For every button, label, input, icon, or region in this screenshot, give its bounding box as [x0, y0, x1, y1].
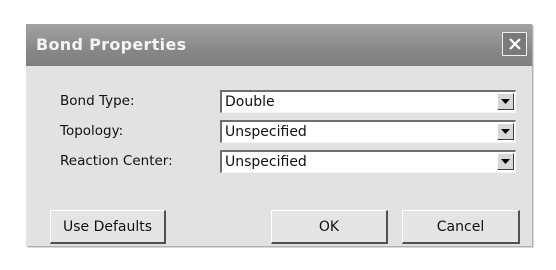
dialog-title: Bond Properties: [36, 35, 187, 54]
topology-dropdown[interactable]: Unspecified: [220, 120, 516, 143]
cancel-button[interactable]: Cancel: [402, 210, 520, 244]
reaction-center-dropdown[interactable]: Unspecified: [220, 150, 516, 173]
bond-type-value: Double: [225, 94, 275, 110]
chevron-down-icon: [501, 99, 510, 104]
ok-button[interactable]: OK: [271, 210, 388, 244]
topology-value: Unspecified: [225, 124, 307, 140]
bond-type-label: Bond Type:: [60, 93, 135, 109]
topology-label: Topology:: [60, 123, 124, 139]
use-defaults-button[interactable]: Use Defaults: [50, 210, 166, 244]
bond-properties-dialog: Bond Properties Bond Type: Double Topolo…: [26, 24, 532, 246]
reaction-center-label: Reaction Center:: [60, 153, 173, 169]
reaction-center-value: Unspecified: [225, 154, 307, 170]
chevron-down-icon: [501, 129, 510, 134]
bond-type-dropdown-button[interactable]: [497, 93, 514, 110]
close-icon: [508, 38, 521, 50]
dialog-body: Bond Type: Double Topology: Unspecified …: [26, 66, 532, 246]
title-bar[interactable]: Bond Properties: [26, 24, 532, 66]
reaction-center-dropdown-button[interactable]: [497, 153, 514, 170]
topology-dropdown-button[interactable]: [497, 123, 514, 140]
chevron-down-icon: [501, 159, 510, 164]
close-button[interactable]: [502, 32, 527, 56]
bond-type-dropdown[interactable]: Double: [220, 90, 516, 113]
